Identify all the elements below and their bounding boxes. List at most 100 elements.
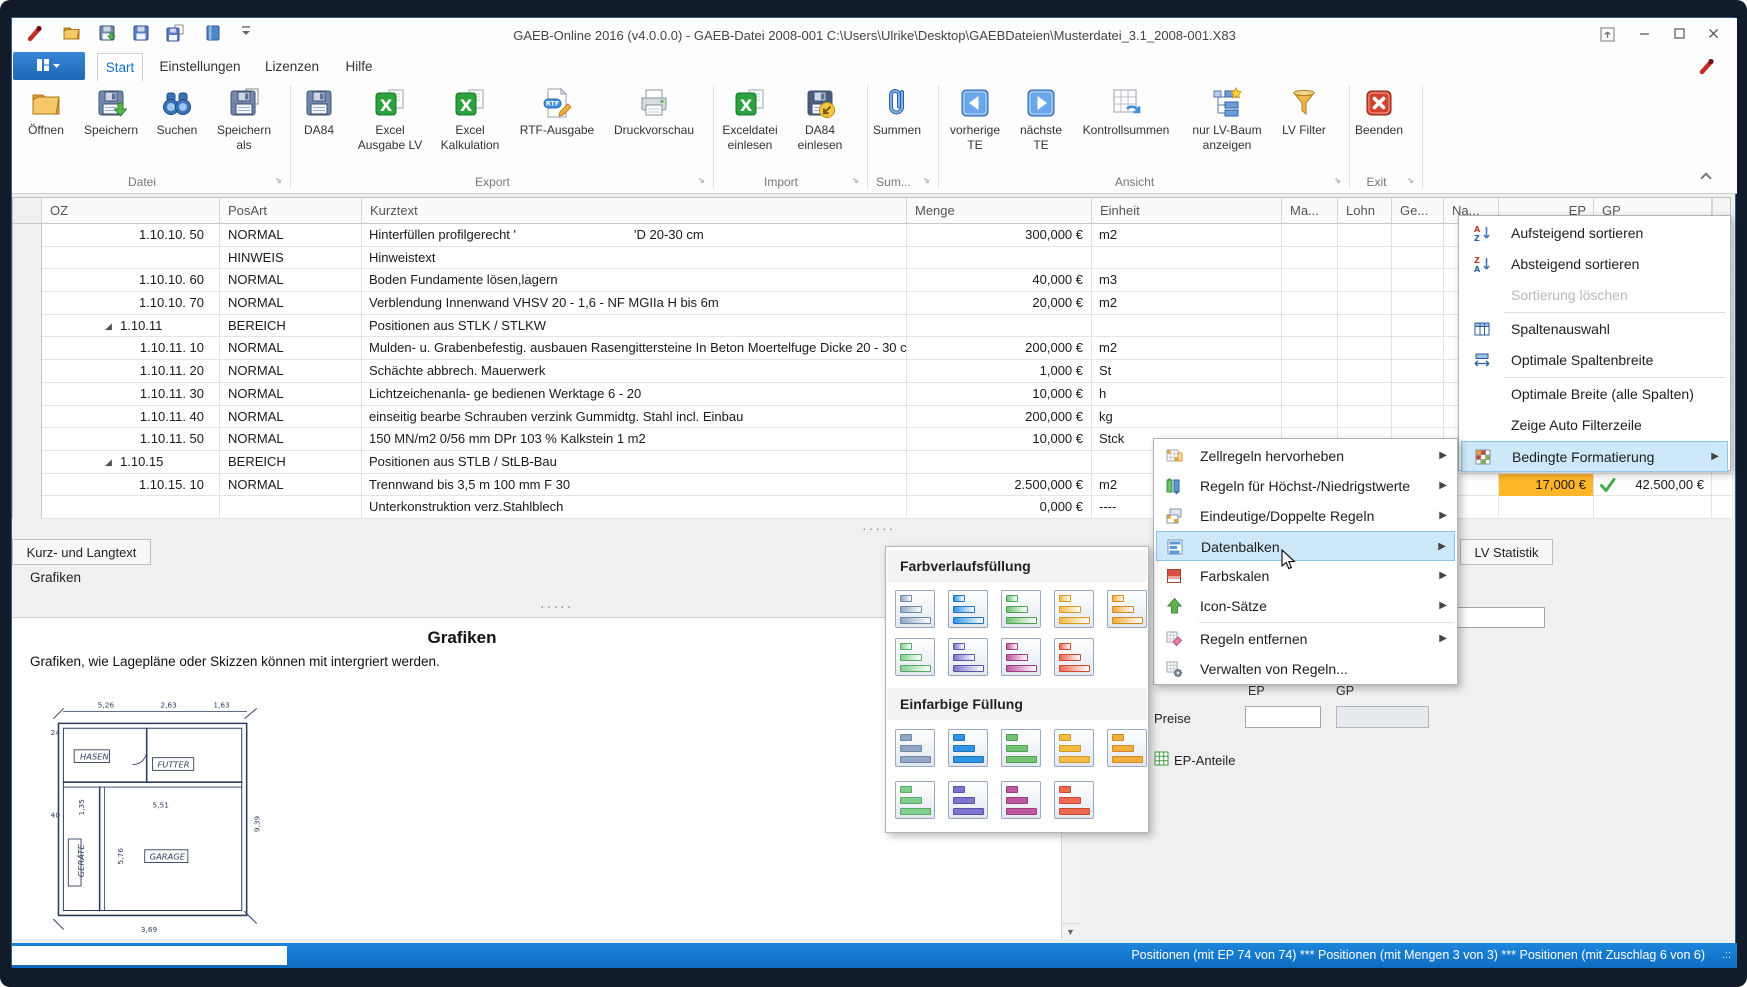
cell-kurztext[interactable]: Verblendung Innenwand VHSV 20 - 1,6 - NF… [362,292,907,315]
submenu-item-icon-sätze[interactable]: Icon-Sätze▶ [1156,591,1455,621]
cell-kurztext[interactable]: Mulden- u. Grabenbefestig. ausbauen Rase… [362,337,907,360]
ribbon-button-druckvorschau[interactable]: Druckvorschau [599,84,709,188]
cell-posart[interactable]: BEREICH [220,451,362,474]
gradient-databar-swatch[interactable] [948,638,988,676]
column-header-posart[interactable]: PosArt [220,198,362,224]
cell-ge[interactable] [1392,315,1444,338]
cell-ge[interactable] [1392,247,1444,270]
cell-ma[interactable] [1282,360,1338,383]
ribbon-button-kontrollsummen[interactable]: Kontrollsummen [1071,84,1181,188]
submenu-item-regeln-für-höchst-niedrigstwerte[interactable]: Regeln für Höchst-/Niedrigstwerte▶ [1156,471,1455,501]
ribbon-button-rtf-ausgabe[interactable]: RTFRTF-Ausgabe [502,84,612,188]
column-header-ind[interactable] [13,198,42,224]
cell-lohn[interactable] [1338,360,1392,383]
submenu-item-datenbalken[interactable]: Datenbalken▶ [1156,531,1455,561]
preise-gp-input[interactable] [1336,706,1429,728]
application-menu-button[interactable] [13,52,85,80]
cell-posart[interactable]: NORMAL [220,383,362,406]
menu-item-optimale-spaltenbreite[interactable]: Optimale Spaltenbreite [1461,345,1728,376]
cell-posart[interactable]: NORMAL [220,292,362,315]
cell-ge[interactable] [1392,360,1444,383]
cell-posart[interactable]: NORMAL [220,428,362,451]
cell-ge[interactable] [1392,292,1444,315]
cell-ma[interactable] [1282,247,1338,270]
cell-ma[interactable] [1282,315,1338,338]
cell-lohn[interactable] [1338,406,1392,429]
status-input[interactable] [12,946,287,965]
submenu-item-farbskalen[interactable]: Farbskalen▶ [1156,561,1455,591]
cell-einheit[interactable]: St [1092,360,1282,383]
cell-ma[interactable] [1282,224,1338,247]
cell-posart[interactable]: NORMAL [220,269,362,292]
cell-ep[interactable]: 17,000 € [1499,474,1594,497]
cell-posart[interactable]: NORMAL [220,360,362,383]
horizontal-splitter[interactable]: ····· [862,523,895,533]
cell-menge[interactable]: 10,000 € [907,428,1092,451]
cell-einheit[interactable] [1092,247,1282,270]
cell-menge[interactable] [907,315,1092,338]
cell-ep[interactable] [1499,496,1594,519]
cell-ge[interactable] [1392,337,1444,360]
cell-kurztext[interactable]: Positionen aus STLK / STLKW [362,315,907,338]
cell-menge[interactable] [907,451,1092,474]
preise-ep-input[interactable] [1245,706,1321,728]
cell-oz[interactable] [42,247,220,270]
cell-lohn[interactable] [1338,315,1392,338]
ribbon-options-icon[interactable] [1594,27,1620,47]
submenu-item-regeln-entfernen[interactable]: Regeln entfernen▶ [1156,624,1455,654]
grid-row[interactable]: 1.10.15. 10NORMALTrennwand bis 3,5 m 100… [13,474,1732,497]
menu-item-optimale-breite-alle-spalten-[interactable]: Optimale Breite (alle Spalten) [1461,379,1728,410]
submenu-item-verwalten-von-regeln-[interactable]: Verwalten von Regeln... [1156,654,1455,684]
solid-databar-swatch[interactable] [895,729,935,767]
cell-menge[interactable] [907,247,1092,270]
solid-databar-swatch[interactable] [1054,729,1094,767]
cell-oz[interactable]: 1.10.10. 60 [42,269,220,292]
close-icon[interactable] [1700,27,1726,47]
expand-icon[interactable]: ◢ [105,451,112,474]
open-folder-icon[interactable] [62,24,82,44]
menu-item-absteigend-sortieren[interactable]: ZAAbsteigend sortieren [1461,249,1728,280]
cell-kurztext[interactable]: Schächte abbrech. Mauerwerk [362,360,907,383]
solid-databar-swatch[interactable] [948,729,988,767]
menu-item-spaltenauswahl[interactable]: Spaltenauswahl [1461,314,1728,345]
cell-menge[interactable]: 1,000 € [907,360,1092,383]
cell-ma[interactable] [1282,292,1338,315]
column-header-ma[interactable]: Ma... [1282,198,1338,224]
cell-oz[interactable]: 1.10.11. 30 [42,383,220,406]
cell-menge[interactable]: 2.500,000 € [907,474,1092,497]
submenu-item-eindeutige-doppelte-regeln[interactable]: Eindeutige/Doppelte Regeln▶ [1156,501,1455,531]
cell-ma[interactable] [1282,406,1338,429]
menu-item-sortierung-löschen[interactable]: Sortierung löschen [1461,280,1728,311]
submenu-item-zellregeln-hervorheben[interactable]: Zellregeln hervorheben▶ [1156,441,1455,471]
column-header-ge[interactable]: Ge... [1392,198,1444,224]
gradient-databar-swatch[interactable] [895,590,935,628]
cell-lohn[interactable] [1338,337,1392,360]
cell-menge[interactable]: 10,000 € [907,383,1092,406]
cell-posart[interactable]: NORMAL [220,474,362,497]
tab-lv-statistik[interactable]: LV Statistik [1460,539,1553,565]
gradient-databar-swatch[interactable] [1054,590,1094,628]
tab-einstellungen[interactable]: Einstellungen [144,53,256,81]
solid-databar-swatch[interactable] [1107,729,1147,767]
column-header-menge[interactable]: Menge [907,198,1092,224]
cell-oz[interactable]: 1.10.10. 50 [42,224,220,247]
cell-kurztext[interactable]: Hinterfüllen profilgerecht ''D 20-30 cm [362,224,907,247]
expand-icon[interactable]: ◢ [105,315,112,338]
cell-kurztext[interactable]: Boden Fundamente lösen,lagern [362,269,907,292]
cell-posart[interactable]: NORMAL [220,406,362,429]
save-export-icon[interactable] [98,24,118,44]
cell-menge[interactable]: 20,000 € [907,292,1092,315]
cell-gp[interactable] [1594,496,1712,519]
cell-kurztext[interactable]: Unterkonstruktion verz.Stahlblech [362,496,907,519]
minimize-icon[interactable] [1631,27,1657,47]
cell-kurztext[interactable]: einseitig bearbe Schrauben verzink Gummi… [362,406,907,429]
solid-databar-swatch[interactable] [1001,729,1041,767]
cell-gp[interactable]: 42.500,00 € [1594,474,1712,497]
menu-item-aufsteigend-sortieren[interactable]: AZAufsteigend sortieren [1461,218,1728,249]
cell-menge[interactable]: 200,000 € [907,406,1092,429]
cell-posart[interactable]: BEREICH [220,315,362,338]
gradient-databar-swatch[interactable] [1001,638,1041,676]
gradient-databar-swatch[interactable] [1107,590,1147,628]
cell-lohn[interactable] [1338,224,1392,247]
cell-kurztext[interactable]: Positionen aus STLB / StLB-Bau [362,451,907,474]
